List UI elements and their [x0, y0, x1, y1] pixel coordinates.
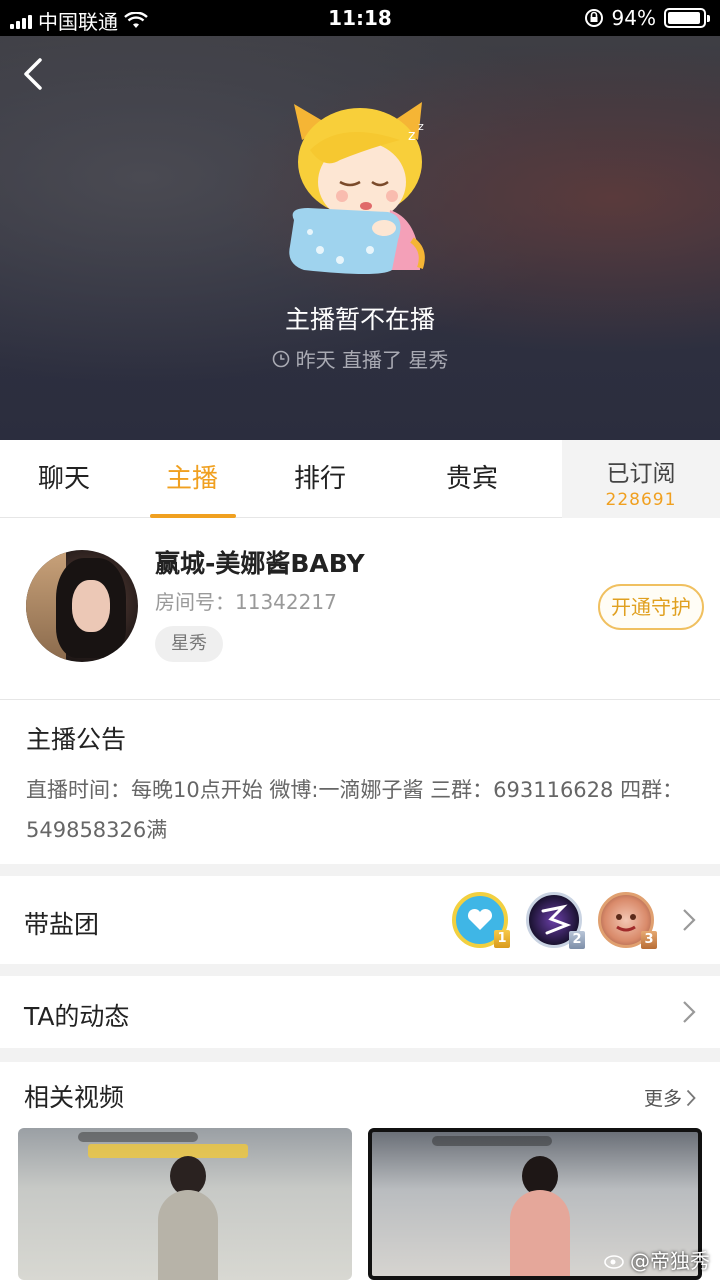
status-right: 94% — [584, 6, 710, 30]
rank-number: 2 — [569, 931, 585, 949]
dynamics-label: TA的动态 — [24, 1002, 130, 1031]
last-live-text: 昨天 直播了 星秀 — [295, 348, 449, 372]
clock-icon — [272, 350, 289, 367]
fan-rank-2[interactable]: 2 — [526, 892, 585, 949]
watermark: @帝独秀 — [604, 1245, 710, 1274]
related-videos-title: 相关视频 — [24, 1083, 125, 1112]
back-arrow-icon — [24, 58, 42, 90]
more-videos-link[interactable]: 更多 — [644, 1084, 696, 1111]
video-thumbnail-1[interactable] — [18, 1128, 352, 1280]
status-bar: 中国联通 11:18 94% — [0, 0, 720, 36]
fan-rank-1[interactable]: 1 — [452, 892, 510, 948]
announcement-title: 主播公告 — [26, 725, 127, 754]
related-videos: 相关视频 更多 @帝独秀 — [0, 1062, 720, 1280]
chevron-right-icon — [686, 1089, 696, 1106]
subscribe-button[interactable]: 已订阅 228691 — [562, 440, 720, 518]
chevron-right-icon — [683, 909, 696, 931]
anchor-announcement: 主播公告 直播时间：每晚10点开始 微博:一滴娜子酱 三群：693116628 … — [0, 700, 720, 864]
chevron-right-icon — [683, 1001, 696, 1023]
open-guard-button[interactable]: 开通守护 — [598, 584, 704, 630]
back-button[interactable] — [16, 54, 52, 94]
dynamics-row[interactable]: TA的动态 — [0, 976, 720, 1048]
avatar[interactable] — [26, 550, 138, 662]
tab-ranking[interactable]: 排行 — [256, 440, 384, 518]
battery-icon — [664, 8, 710, 28]
fan-rank-3[interactable]: 3 — [598, 892, 657, 949]
watermark-text: @帝独秀 — [630, 1249, 710, 1273]
sleeping-mascot: z z — [289, 102, 425, 274]
category-tag[interactable]: 星秀 — [155, 626, 223, 662]
battery-percent: 94% — [611, 6, 656, 30]
svg-text:z: z — [418, 120, 424, 133]
rank-number: 3 — [641, 931, 657, 949]
offline-hero: z z 主播暂不在播 昨天 直播了 星秀 — [0, 36, 720, 440]
tab-vip[interactable]: 贵宾 — [410, 440, 534, 518]
tab-anchor[interactable]: 主播 — [128, 440, 256, 518]
subscriber-count: 228691 — [605, 490, 677, 510]
battery-fill — [668, 12, 700, 24]
offline-title: 主播暂不在播 — [284, 305, 435, 334]
weibo-icon — [604, 1254, 624, 1269]
fan-group-row[interactable]: 带盐团 1 2 3 — [0, 876, 720, 964]
more-label: 更多 — [643, 1088, 682, 1110]
announcement-text: 直播时间：每晚10点开始 微博:一滴娜子酱 三群：693116628 四群：54… — [26, 778, 684, 842]
room-tabs: 聊天 主播 排行 贵宾 已订阅 228691 — [0, 440, 720, 518]
anchor-name: 赢城-美娜酱BABY — [155, 549, 365, 578]
tab-chat[interactable]: 聊天 — [0, 440, 128, 518]
anchor-profile: 赢城-美娜酱BABY 房间号：11342217 星秀 开通守护 — [0, 518, 720, 700]
rotation-lock-icon — [584, 9, 603, 27]
svg-text:z: z — [408, 128, 415, 144]
room-number: 房间号：11342217 — [155, 590, 337, 614]
subscribe-label: 已订阅 — [606, 461, 676, 487]
fan-group-label: 带盐团 — [24, 910, 100, 939]
last-live-info: 昨天 直播了 星秀 — [0, 344, 720, 373]
rank-number: 1 — [494, 930, 510, 948]
